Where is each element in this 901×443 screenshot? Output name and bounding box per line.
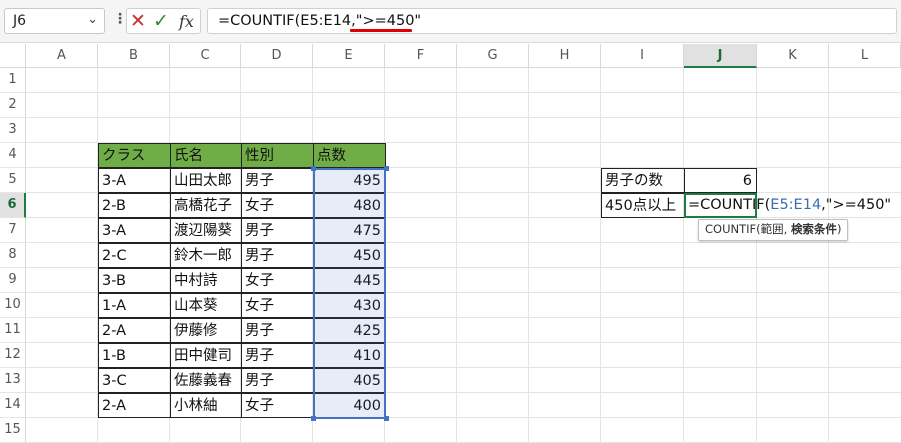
- table-cell[interactable]: 3-A: [98, 168, 171, 193]
- table-cell[interactable]: 女子: [241, 393, 314, 418]
- table-cell[interactable]: 男子: [241, 218, 314, 243]
- red-underline-annotation: [350, 29, 412, 32]
- table-cell[interactable]: 渡辺陽葵: [170, 218, 242, 243]
- row-header-13[interactable]: 13: [0, 368, 26, 393]
- column-header-j[interactable]: J: [684, 44, 757, 68]
- table-header-cell[interactable]: 性別: [241, 143, 314, 168]
- column-header-f[interactable]: F: [385, 44, 457, 68]
- table-cell[interactable]: 男子: [241, 168, 314, 193]
- row-header-7[interactable]: 7: [0, 218, 26, 243]
- row-header-10[interactable]: 10: [0, 293, 26, 318]
- tooltip-active-arg: 検索条件: [790, 222, 837, 236]
- referenced-range-highlight: [313, 168, 386, 419]
- in-cell-formula-ref: E5:E14: [770, 197, 822, 213]
- in-cell-formula: =COUNTIF(E5:E14,">=450": [688, 193, 891, 218]
- table-cell[interactable]: 山田太郎: [170, 168, 242, 193]
- gridline: [756, 68, 757, 442]
- column-header-d[interactable]: D: [241, 44, 313, 68]
- table-header-cell[interactable]: 点数: [313, 143, 386, 168]
- name-box[interactable]: J6 ⌄: [4, 8, 105, 34]
- table-cell[interactable]: 2-B: [98, 193, 171, 218]
- table-header-cell[interactable]: クラス: [98, 143, 171, 168]
- table-cell[interactable]: 男子: [241, 243, 314, 268]
- table-cell[interactable]: 女子: [241, 193, 314, 218]
- in-cell-formula-prefix: =COUNTIF(: [688, 197, 771, 213]
- column-header-c[interactable]: C: [170, 44, 241, 68]
- table-cell[interactable]: 3-B: [98, 268, 171, 293]
- table-cell[interactable]: 伊藤修: [170, 318, 242, 343]
- column-header-k[interactable]: K: [757, 44, 829, 68]
- table-cell[interactable]: 高橋花子: [170, 193, 242, 218]
- gridline: [528, 68, 529, 442]
- table-cell[interactable]: 女子: [241, 268, 314, 293]
- table-cell[interactable]: 佐藤義春: [170, 368, 242, 393]
- function-tooltip: COUNTIF(範囲, 検索条件): [698, 219, 849, 241]
- row-header-2[interactable]: 2: [0, 93, 26, 118]
- table-cell[interactable]: 2-A: [98, 318, 171, 343]
- more-options-icon[interactable]: ⋮: [113, 11, 127, 27]
- range-handle[interactable]: [384, 416, 389, 421]
- insert-function-button[interactable]: fx: [179, 11, 194, 33]
- column-header-i[interactable]: I: [601, 44, 684, 68]
- formula-text: =COUNTIF(E5:E14,">=450": [218, 13, 422, 29]
- range-handle[interactable]: [311, 166, 316, 171]
- column-header-e[interactable]: E: [313, 44, 385, 68]
- table-header-cell[interactable]: 氏名: [170, 143, 242, 168]
- table-cell[interactable]: 2-C: [98, 243, 171, 268]
- table-cell[interactable]: 田中健司: [170, 343, 242, 368]
- row-header-15[interactable]: 15: [0, 418, 26, 443]
- formula-buttons: ✕ ✓ fx: [126, 8, 201, 34]
- gridline: [26, 92, 901, 93]
- name-box-value: J6: [13, 13, 27, 29]
- gridline: [26, 117, 901, 118]
- formula-bar: J6 ⌄ ⋮ ✕ ✓ fx =COUNTIF(E5:E14,">=450": [0, 0, 901, 43]
- column-header-b[interactable]: B: [98, 44, 170, 68]
- column-header-h[interactable]: H: [529, 44, 601, 68]
- table-cell[interactable]: 山本葵: [170, 293, 242, 318]
- table-cell[interactable]: 2-A: [98, 393, 171, 418]
- table-cell[interactable]: 3-C: [98, 368, 171, 393]
- gridline: [683, 68, 684, 442]
- gridline: [828, 68, 829, 442]
- row-header-3[interactable]: 3: [0, 118, 26, 143]
- row-header-12[interactable]: 12: [0, 343, 26, 368]
- gridline: [600, 68, 601, 442]
- label-450-or-more[interactable]: 450点以上: [601, 193, 685, 218]
- column-header-g[interactable]: G: [457, 44, 529, 68]
- in-cell-formula-suffix: ,">=450": [821, 197, 892, 213]
- row-header-11[interactable]: 11: [0, 318, 26, 343]
- table-cell[interactable]: 中村詩: [170, 268, 242, 293]
- row-header-14[interactable]: 14: [0, 393, 26, 418]
- gridline: [456, 68, 457, 442]
- table-cell[interactable]: 3-A: [98, 218, 171, 243]
- chevron-down-icon[interactable]: ⌄: [87, 12, 98, 27]
- column-header-a[interactable]: A: [26, 44, 98, 68]
- select-all-corner[interactable]: [0, 44, 26, 68]
- tooltip-suffix: ): [836, 222, 842, 236]
- range-handle[interactable]: [384, 166, 389, 171]
- row-header-8[interactable]: 8: [0, 243, 26, 268]
- table-cell[interactable]: 男子: [241, 318, 314, 343]
- table-cell[interactable]: 鈴木一郎: [170, 243, 242, 268]
- table-cell[interactable]: 小林紬: [170, 393, 242, 418]
- cancel-button[interactable]: ✕: [130, 10, 146, 32]
- table-cell[interactable]: 男子: [241, 368, 314, 393]
- table-cell[interactable]: 女子: [241, 293, 314, 318]
- label-male-count[interactable]: 男子の数: [601, 168, 685, 193]
- enter-button[interactable]: ✓: [153, 10, 169, 32]
- row-header-9[interactable]: 9: [0, 268, 26, 293]
- row-header-4[interactable]: 4: [0, 143, 26, 168]
- column-header-l[interactable]: L: [829, 44, 901, 68]
- range-handle[interactable]: [311, 416, 316, 421]
- table-cell[interactable]: 男子: [241, 343, 314, 368]
- table-cell[interactable]: 1-B: [98, 343, 171, 368]
- tooltip-prefix: COUNTIF(範囲,: [705, 222, 791, 236]
- row-header-5[interactable]: 5: [0, 168, 26, 193]
- row-header-6[interactable]: 6: [0, 193, 26, 218]
- formula-input[interactable]: =COUNTIF(E5:E14,">=450": [207, 8, 897, 34]
- value-male-count[interactable]: 6: [684, 168, 757, 193]
- row-header-1[interactable]: 1: [0, 68, 26, 93]
- table-cell[interactable]: 1-A: [98, 293, 171, 318]
